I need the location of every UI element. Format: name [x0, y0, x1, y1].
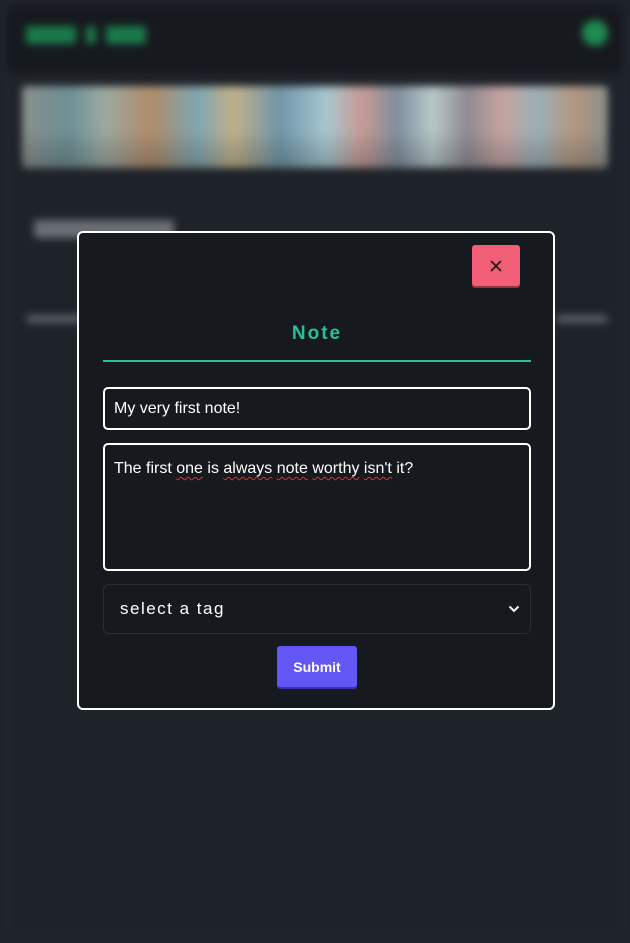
- tag-select[interactable]: select a tag: [103, 584, 531, 634]
- tag-select-value: select a tag: [120, 599, 225, 618]
- banner-shade: [22, 130, 608, 168]
- app-header: [8, 6, 622, 72]
- note-body-text: The first one is always note worthy isn'…: [114, 460, 414, 477]
- note-title-input[interactable]: [103, 387, 531, 430]
- modal-title: Note: [291, 323, 343, 344]
- avatar: [582, 20, 608, 46]
- app-logo: [26, 26, 146, 50]
- close-button[interactable]: [472, 245, 520, 286]
- title-underline: [103, 360, 531, 362]
- note-body-textarea[interactable]: The first one is always note worthy isn'…: [103, 443, 531, 571]
- note-modal: Note The first one is always note worthy…: [77, 231, 555, 710]
- chevron-down-icon: [508, 605, 520, 613]
- close-icon: [490, 259, 502, 272]
- background-divider-right: [556, 315, 608, 323]
- submit-button[interactable]: Submit: [277, 646, 357, 687]
